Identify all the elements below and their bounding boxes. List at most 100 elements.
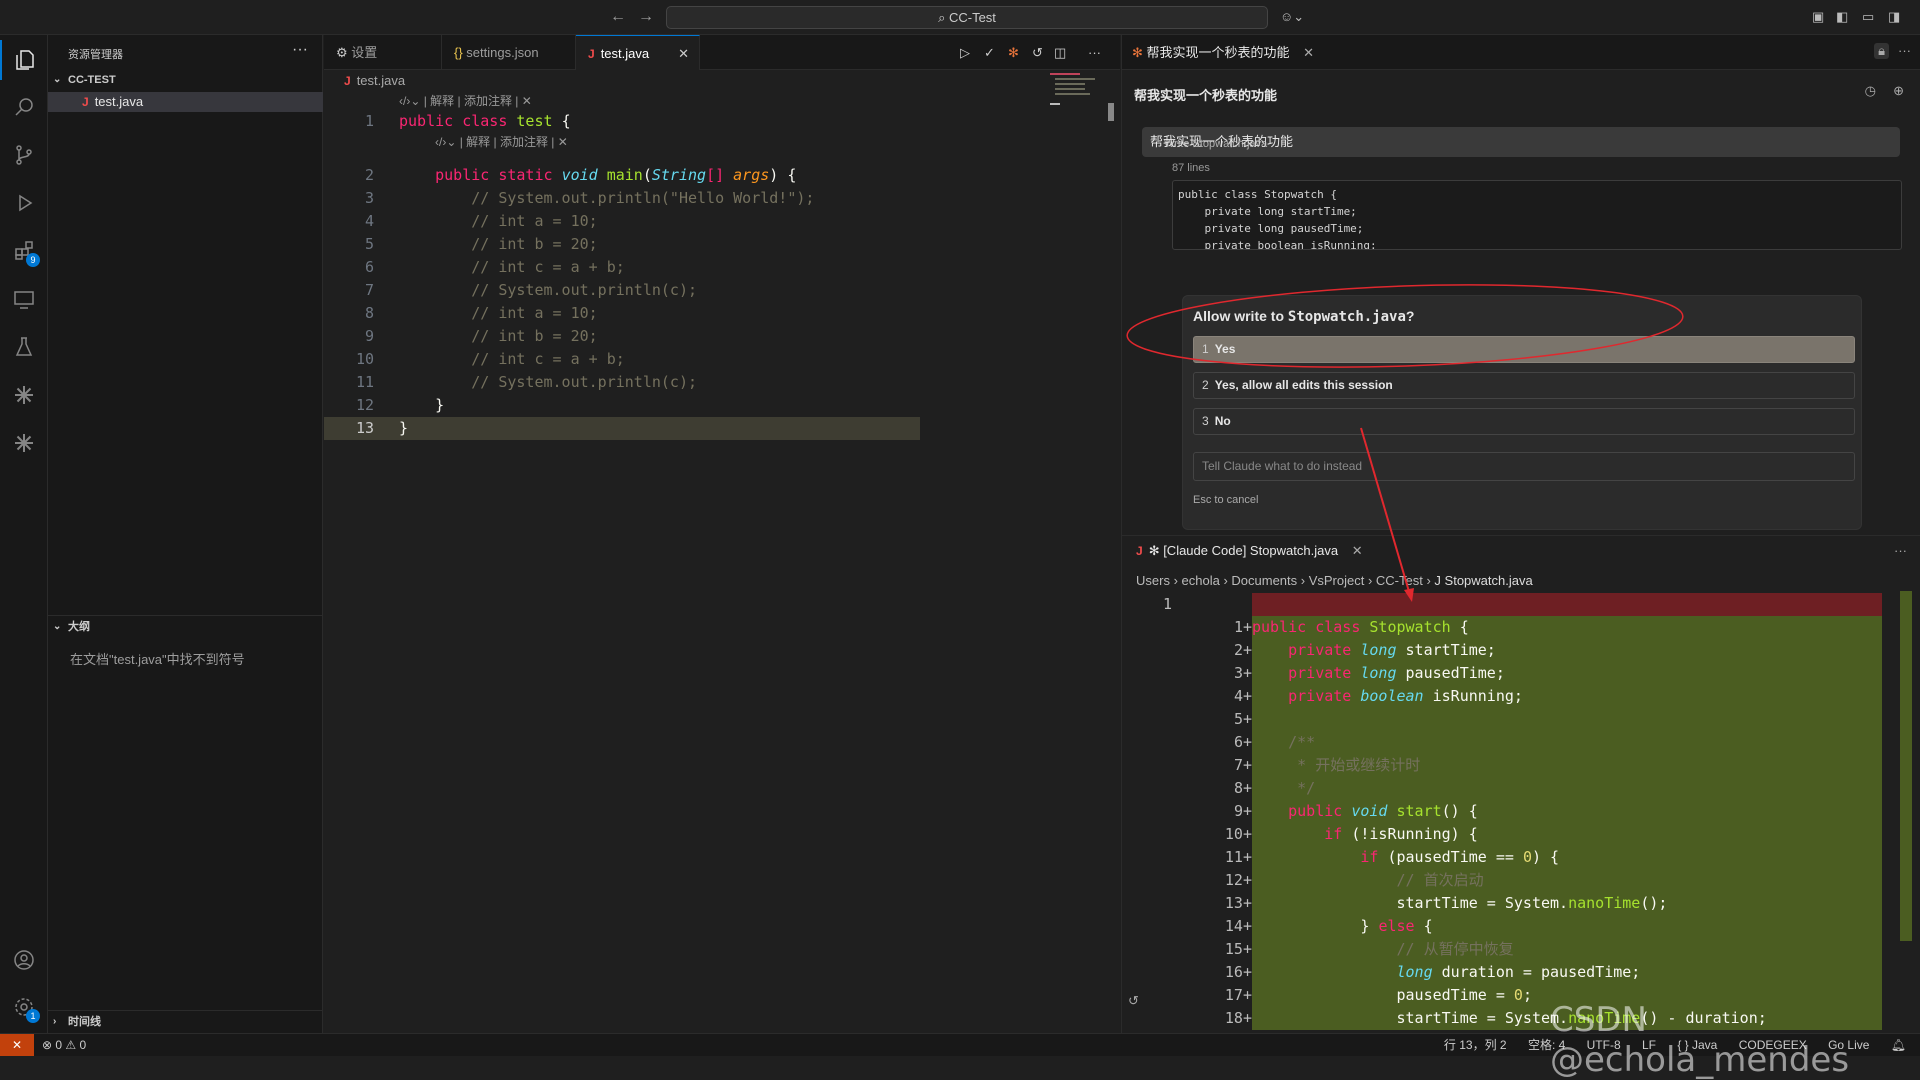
diff-added-line[interactable]: 13+ startTime = System.nanoTime(); <box>1122 892 1902 915</box>
tab-test-java[interactable]: Jtest.java ✕ <box>576 35 700 70</box>
code-line[interactable]: 1 public class test { <box>324 110 920 133</box>
diff-added-line[interactable]: 12+ // 首次启动 <box>1122 869 1902 892</box>
minimap[interactable] <box>1050 73 1100 113</box>
codelens-method[interactable]: ‹/›⌄ | 解释 | 添加注释 | ✕ <box>435 133 568 150</box>
diff-added-line[interactable]: 2+ private long startTime; <box>1122 639 1902 662</box>
outline-section-header[interactable]: ⌄ 大纲 <box>48 615 323 637</box>
option-yes[interactable]: 1 Yes <box>1193 336 1855 363</box>
activity-bar: 9 1 <box>0 35 48 1033</box>
extensions-icon[interactable]: 9 <box>0 231 48 271</box>
new-session-icon[interactable]: ⊕ <box>1893 83 1904 99</box>
source-control-icon[interactable] <box>0 135 48 175</box>
code-line[interactable]: 9 // int b = 20; <box>324 325 920 348</box>
revert-icon[interactable]: ↺ <box>1032 45 1043 61</box>
breadcrumb-segment[interactable]: CC-Test <box>1376 573 1423 588</box>
breadcrumb[interactable]: Jtest.java <box>344 73 405 88</box>
added-code: startTime = System.nanoTime(); <box>1252 892 1882 915</box>
diff-added-line[interactable]: 9+ public void start() { <box>1122 800 1902 823</box>
diff-added-line[interactable]: 11+ if (pausedTime == 0) { <box>1122 846 1902 869</box>
instead-input[interactable]: Tell Claude what to do instead <box>1193 452 1855 481</box>
diff-added-line[interactable]: 7+ * 开始或继续计时 <box>1122 754 1902 777</box>
diff-breadcrumb[interactable]: Users › echola › Documents › VsProject ›… <box>1136 573 1533 588</box>
layout-icon[interactable]: ▣ <box>1812 9 1824 25</box>
back-arrow-icon[interactable]: ← <box>610 8 626 26</box>
code-line[interactable]: 13} <box>324 417 920 440</box>
toggle-sidebar-icon[interactable]: ◧ <box>1836 9 1848 25</box>
diff-deleted-line[interactable]: 1 <box>1122 593 1902 616</box>
remote-indicator-icon[interactable]: ✕ <box>0 1034 34 1056</box>
close-icon[interactable]: ✕ <box>678 36 689 71</box>
diff-added-line[interactable]: 16+ long duration = pausedTime; <box>1122 961 1902 984</box>
lines-count: 87 lines <box>1172 162 1210 174</box>
claude-code-icon[interactable] <box>0 423 48 463</box>
tab-label: 设置 <box>351 45 378 60</box>
claude-action-icon[interactable]: ✻ <box>1008 45 1019 61</box>
codelens-class[interactable]: ‹/›⌄ | 解释 | 添加注释 | ✕ <box>399 92 532 109</box>
code-line[interactable]: 2 public static void main(String[] args)… <box>324 164 920 187</box>
option-no[interactable]: 3 No <box>1193 408 1855 435</box>
code-line[interactable]: 3 // System.out.println("Hello World!"); <box>324 187 920 210</box>
revert-block-icon[interactable]: ↺ <box>1128 993 1139 1009</box>
close-icon[interactable]: ✕ <box>1303 45 1314 60</box>
breadcrumb-segment[interactable]: Documents <box>1231 573 1297 588</box>
file-item-test-java[interactable]: Jtest.java <box>48 92 323 112</box>
code-line[interactable]: 7 // System.out.println(c); <box>324 279 920 302</box>
diff-added-line[interactable]: 15+ // 从暂停中恢复 <box>1122 938 1902 961</box>
search-icon[interactable] <box>0 87 48 127</box>
remote-explorer-icon[interactable] <box>0 279 48 319</box>
breadcrumb-segment[interactable]: echola <box>1182 573 1220 588</box>
diff-added-line[interactable]: 4+ private boolean isRunning; <box>1122 685 1902 708</box>
testing-icon[interactable] <box>0 327 48 367</box>
split-editor-icon[interactable]: ◫ <box>1054 45 1066 61</box>
diff-added-line[interactable]: 10+ if (!isRunning) { <box>1122 823 1902 846</box>
line-number: 14+ <box>1224 917 1252 935</box>
command-center-search[interactable]: ⌕ CC-Test <box>666 6 1268 29</box>
code-line[interactable]: 11 // System.out.println(c); <box>324 371 920 394</box>
scrollbar-thumb[interactable] <box>1108 103 1114 121</box>
diff-added-line[interactable]: 8+ */ <box>1122 777 1902 800</box>
diff-added-line[interactable]: 5+ <box>1122 708 1902 731</box>
lock-icon[interactable]: 🔒︎ <box>1874 43 1889 59</box>
diff-added-line[interactable]: 14+ } else { <box>1122 915 1902 938</box>
diff-editor: J ✻ [Claude Code] Stopwatch.java ✕ ··· Us… <box>1121 535 1920 1033</box>
toggle-panel-icon[interactable]: ▭ <box>1862 9 1874 25</box>
code-line[interactable]: 4 // int a = 10; <box>324 210 920 233</box>
diff-added-line[interactable]: 6+ /** <box>1122 731 1902 754</box>
explorer-icon[interactable] <box>0 40 48 80</box>
breadcrumb-segment[interactable]: J Stopwatch.java <box>1434 573 1532 588</box>
manage-gear-icon[interactable]: 1 <box>0 987 48 1027</box>
problems-indicator[interactable]: ⊗ 0 ⚠ 0 <box>42 1034 86 1056</box>
tab-settings[interactable]: ⚙ 设置 <box>324 35 442 70</box>
forward-arrow-icon[interactable]: → <box>638 8 654 26</box>
code-line[interactable]: 12 } <box>324 394 920 417</box>
diff-added-line[interactable]: 3+ private long pausedTime; <box>1122 662 1902 685</box>
copilot-icon[interactable]: ☺⌄ <box>1280 9 1304 25</box>
history-icon[interactable]: ◷ <box>1865 83 1876 99</box>
code-line[interactable]: 10 // int c = a + b; <box>324 348 920 371</box>
diff-added-line[interactable]: 1+ public class Stopwatch { <box>1122 616 1902 639</box>
tab-settings-json[interactable]: {} settings.json <box>442 35 576 70</box>
more-actions-icon[interactable]: ··· <box>1898 43 1911 58</box>
option-yes-all-session[interactable]: 2 Yes, allow all edits this session <box>1193 372 1855 399</box>
more-actions-icon[interactable]: ··· <box>1088 45 1101 60</box>
project-section-header[interactable]: ⌄ CC-TEST <box>48 69 323 91</box>
toggle-secondary-sidebar-icon[interactable]: ◨ <box>1888 9 1900 25</box>
account-icon[interactable] <box>0 940 48 980</box>
breadcrumb-segment[interactable]: VsProject <box>1309 573 1365 588</box>
more-actions-icon[interactable]: ··· <box>1894 536 1907 566</box>
close-icon[interactable]: ✕ <box>1352 543 1363 558</box>
claude-icon[interactable] <box>0 375 48 415</box>
tab-claude-session[interactable]: ✻ 帮我实现一个秒表的功能 ✕ <box>1132 35 1314 70</box>
cursor-position[interactable]: 行 13，列 2 <box>1444 1038 1507 1052</box>
run-debug-icon[interactable] <box>0 183 48 223</box>
more-actions-icon[interactable]: ··· <box>292 41 308 59</box>
session-title: 帮我实现一个秒表的功能 <box>1134 88 1278 103</box>
tab-diff-stopwatch[interactable]: J ✻ [Claude Code] Stopwatch.java ✕ ··· <box>1122 536 1920 566</box>
timeline-section-header[interactable]: › 时间线 <box>48 1010 323 1032</box>
run-icon[interactable]: ▷ <box>960 45 970 61</box>
code-line[interactable]: 5 // int b = 20; <box>324 233 920 256</box>
breadcrumb-segment[interactable]: Users <box>1136 573 1170 588</box>
code-line[interactable]: 6 // int c = a + b; <box>324 256 920 279</box>
code-line[interactable]: 8 // int a = 10; <box>324 302 920 325</box>
accept-icon[interactable]: ✓ <box>984 45 995 61</box>
